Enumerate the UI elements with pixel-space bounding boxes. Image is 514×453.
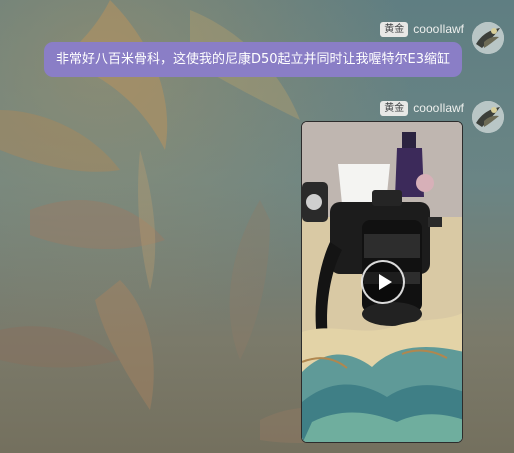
username[interactable]: coooIlawf (413, 101, 464, 115)
username[interactable]: coooIlawf (413, 22, 464, 36)
avatar-image (472, 22, 504, 54)
rank-badge: 黄金 (380, 100, 409, 116)
video-attachment[interactable] (301, 121, 463, 443)
message-header: 黄金 coooIlawf (380, 99, 464, 117)
message-header: 黄金 coooIlawf (380, 20, 464, 38)
avatar-image (472, 101, 504, 133)
rank-badge: 黄金 (380, 21, 409, 37)
play-icon (378, 274, 392, 290)
chat-area: 黄金 coooIlawf 非常好八百米骨科，这使我的尼康D50起立并同时让我喔特… (0, 0, 514, 453)
avatar[interactable] (472, 101, 504, 133)
avatar[interactable] (472, 22, 504, 54)
message-bubble[interactable]: 非常好八百米骨科，这使我的尼康D50起立并同时让我喔特尔E3缩缸 (43, 42, 462, 77)
play-button[interactable] (361, 260, 405, 304)
